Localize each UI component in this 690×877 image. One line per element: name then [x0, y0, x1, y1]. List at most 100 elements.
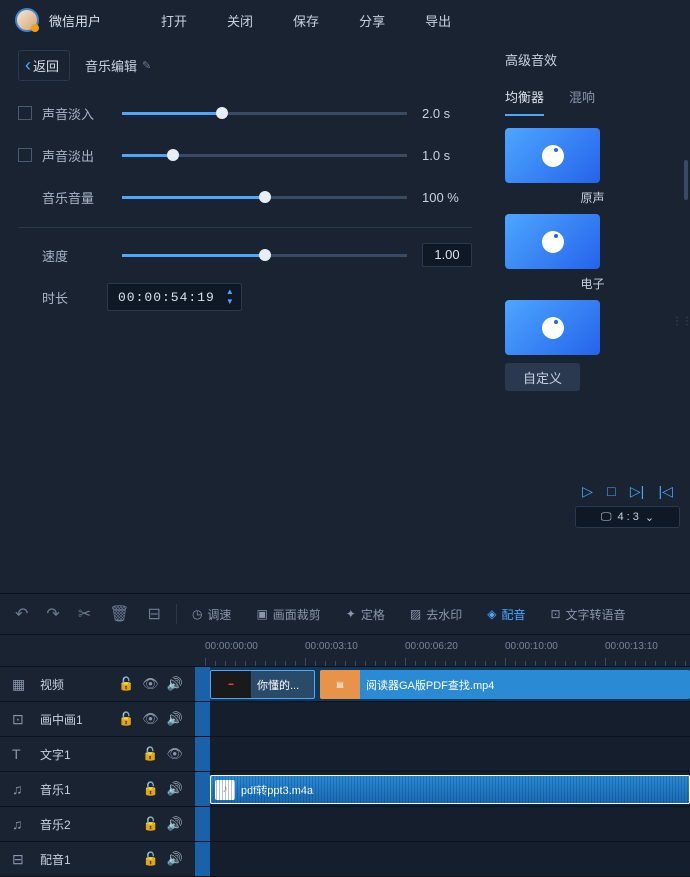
music-icon: ♫	[12, 816, 30, 832]
fade-out-slider[interactable]	[122, 154, 407, 157]
track-name: 画中画1	[40, 711, 110, 728]
tool-speed[interactable]: ◷调速	[192, 606, 232, 623]
resize-handle-icon[interactable]: ⋮⋮	[672, 320, 690, 324]
main-menu: 打开 关闭 保存 分享 导出	[161, 11, 451, 30]
ruler-mark: 00:00:06:20	[405, 641, 458, 652]
edit-icon[interactable]: ✎	[142, 59, 151, 72]
fade-out-value: 1.0 s	[422, 148, 472, 163]
duration-row: 时长 00:00:54:19 ▲ ▼	[18, 285, 472, 309]
tool-dub[interactable]: ◈配音	[487, 606, 525, 623]
user-avatar[interactable]	[15, 8, 39, 32]
duration-up-icon[interactable]: ▲	[223, 287, 237, 297]
eye-icon[interactable]: 👁	[166, 746, 183, 762]
app-header: 微信用户 打开 关闭 保存 分享 导出	[0, 0, 690, 40]
tab-equalizer[interactable]: 均衡器	[505, 87, 544, 116]
sound-icon[interactable]: 🔊	[167, 711, 183, 727]
custom-button[interactable]: 自定义	[505, 363, 580, 391]
sound-icon[interactable]: 🔊	[167, 676, 183, 692]
menu-close[interactable]: 关闭	[227, 11, 253, 30]
speed-slider[interactable]	[122, 254, 407, 257]
lock-icon[interactable]: 🔓	[143, 851, 159, 867]
chevron-down-icon: ⌄	[645, 511, 654, 524]
track-header[interactable]: ♫ 音乐1 🔓 🔊	[0, 772, 195, 807]
monitor-icon: 🖵	[601, 511, 612, 524]
fade-out-label: 声音淡出	[42, 146, 107, 165]
duration-label: 时长	[42, 288, 107, 307]
back-button[interactable]: 返回	[18, 50, 70, 81]
lock-icon[interactable]: 🔓	[118, 711, 134, 727]
track-header[interactable]: T 文字1 🔓 👁	[0, 737, 195, 772]
sound-icon[interactable]: 🔊	[167, 781, 183, 797]
scrollbar[interactable]	[684, 160, 688, 200]
next-icon[interactable]: |◁	[658, 483, 672, 500]
time-ruler[interactable]: 00:00:00:0000:00:03:1000:00:06:2000:00:1…	[195, 635, 690, 667]
track-header[interactable]: ⊡ 画中画1 🔓 👁 🔊	[0, 702, 195, 737]
sound-icon[interactable]: 🔊	[167, 816, 183, 832]
effects-panel: 高级音效 均衡器 混响 原声 电子 自定义 ⋮⋮	[490, 40, 690, 535]
video-clip-1[interactable]: ━ 你懂的...	[210, 670, 315, 699]
menu-save[interactable]: 保存	[293, 11, 319, 30]
audio-clip[interactable]: ♪ pdf转ppt3.m4a	[210, 775, 690, 804]
undo-icon[interactable]: ↶	[15, 604, 28, 624]
lock-icon[interactable]: 🔓	[143, 781, 159, 797]
prev-icon[interactable]: ▷|	[630, 483, 644, 500]
video-lane[interactable]: ━ 你懂的... ▤ 阅读器GA版PDF查找.mp4	[195, 667, 690, 702]
track-name: 音乐2	[40, 816, 135, 833]
fade-in-slider[interactable]	[122, 112, 407, 115]
preset-electronic[interactable]: 电子	[505, 214, 680, 292]
text-lane[interactable]	[195, 737, 690, 772]
duration-input[interactable]: 00:00:54:19 ▲ ▼	[107, 283, 242, 311]
pip-lane[interactable]	[195, 702, 690, 737]
tab-reverb[interactable]: 混响	[569, 87, 595, 116]
effects-title: 高级音效	[505, 50, 680, 69]
sound-icon[interactable]: 🔊	[167, 851, 183, 867]
aspect-ratio-select[interactable]: 🖵 4 : 3 ⌄	[575, 506, 680, 528]
timeline-content[interactable]: 00:00:00:0000:00:03:1000:00:06:2000:00:1…	[195, 635, 690, 877]
lock-icon[interactable]: 🔓	[143, 816, 159, 832]
freeze-icon: ✦	[346, 607, 356, 621]
volume-slider[interactable]	[122, 196, 407, 199]
fade-out-row: 声音淡出 1.0 s	[18, 143, 472, 167]
speed-value[interactable]: 1.00	[422, 243, 472, 267]
track-header[interactable]: ♫ 音乐2 🔓 🔊	[0, 807, 195, 842]
delete-icon[interactable]: 🗑	[109, 604, 129, 624]
speed-label: 速度	[42, 246, 107, 265]
tool-watermark[interactable]: ▨去水印	[410, 606, 462, 623]
crop-icon: ▣	[256, 607, 267, 621]
video-clip-2[interactable]: ▤ 阅读器GA版PDF查找.mp4	[320, 670, 690, 699]
track-headers: ▦ 视频 🔓 👁 🔊 ⊡ 画中画1 🔓 👁 🔊 T 文字1 🔓 👁 ♫ 音乐1 …	[0, 635, 195, 877]
text-icon: T	[12, 746, 30, 762]
track-header[interactable]: ⊟ 配音1 🔓 🔊	[0, 842, 195, 877]
redo-icon[interactable]: ↷	[46, 604, 59, 624]
lock-icon[interactable]: 🔓	[118, 676, 134, 692]
track-name: 音乐1	[40, 781, 135, 798]
track-name: 视频	[40, 676, 110, 693]
tool-tts[interactable]: ⊡文字转语音	[550, 606, 625, 623]
track-header[interactable]: ▦ 视频 🔓 👁 🔊	[0, 667, 195, 702]
play-icon[interactable]: ▷	[582, 483, 593, 500]
music-icon: ♫	[12, 781, 30, 797]
cut-icon[interactable]: ✂	[78, 604, 91, 624]
eye-icon[interactable]: 👁	[142, 711, 159, 727]
preset-original[interactable]: 原声	[505, 128, 680, 206]
duration-down-icon[interactable]: ▼	[223, 297, 237, 307]
dub-lane[interactable]	[195, 842, 690, 877]
menu-share[interactable]: 分享	[359, 11, 385, 30]
stop-icon[interactable]: □	[607, 483, 615, 500]
track-name: 配音1	[40, 851, 135, 868]
music1-lane[interactable]: ♪ pdf转ppt3.m4a	[195, 772, 690, 807]
ruler-mark: 00:00:03:10	[305, 641, 358, 652]
panel-title: 音乐编辑	[85, 56, 137, 75]
fade-out-checkbox[interactable]	[18, 148, 32, 162]
tool-crop[interactable]: ▣画面裁剪	[256, 606, 320, 623]
lock-icon[interactable]: 🔓	[142, 746, 158, 762]
film-icon: ▦	[12, 676, 30, 693]
tool-freeze[interactable]: ✦定格	[346, 606, 385, 623]
fade-in-checkbox[interactable]	[18, 106, 32, 120]
menu-export[interactable]: 导出	[425, 11, 451, 30]
menu-open[interactable]: 打开	[161, 11, 187, 30]
split-icon[interactable]: ⊟	[148, 604, 161, 624]
preset-item[interactable]	[505, 300, 680, 355]
eye-icon[interactable]: 👁	[142, 676, 159, 692]
music2-lane[interactable]	[195, 807, 690, 842]
